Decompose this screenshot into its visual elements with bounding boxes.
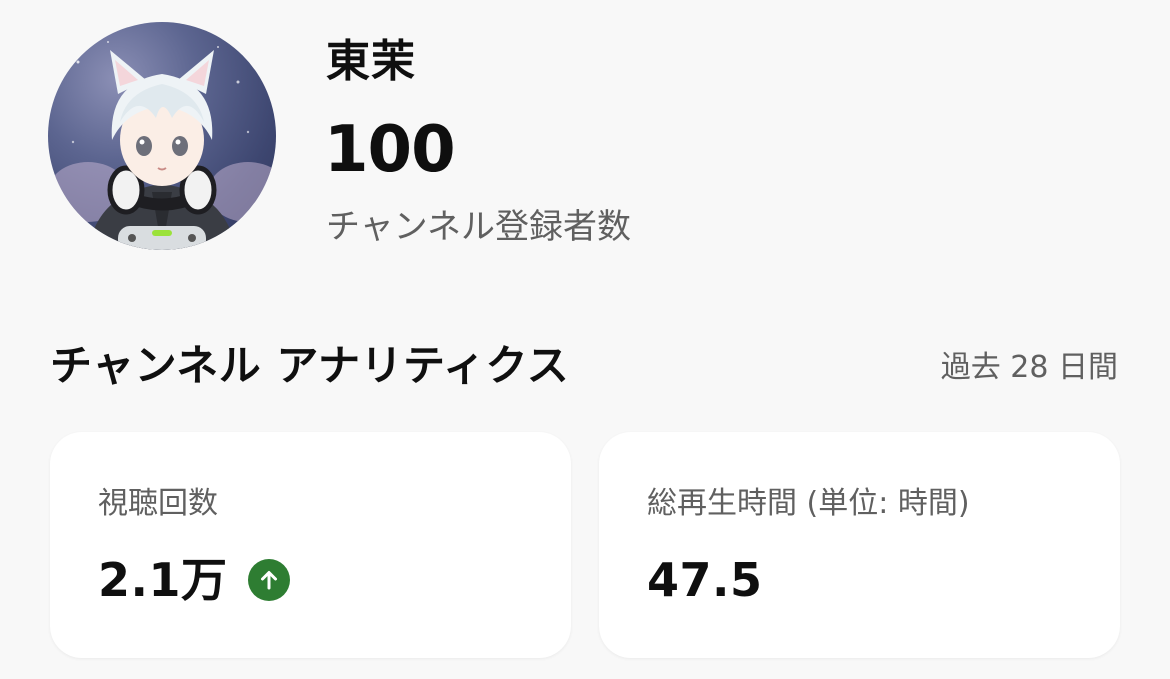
period-label[interactable]: 過去 28 日間 [941, 346, 1118, 390]
analytics-title: チャンネル アナリティクス [50, 341, 570, 390]
views-value-row: 2.1万 [98, 550, 290, 610]
watch-time-value: 47.5 [647, 553, 763, 607]
watch-time-value-row: 47.5 [647, 550, 763, 610]
views-value: 2.1万 [98, 553, 228, 607]
views-label: 視聴回数 [98, 486, 218, 521]
channel-header: 東茉 100 チャンネル登録者数 [0, 0, 1170, 290]
subscriber-label: チャンネル登録者数 [326, 207, 631, 247]
views-card[interactable]: 視聴回数 2.1万 [50, 432, 571, 658]
subscriber-count: 100 [324, 113, 456, 187]
watch-time-label: 総再生時間 (単位: 時間) [647, 486, 970, 521]
arrow-up-icon [247, 559, 290, 601]
channel-name: 東茉 [326, 36, 416, 87]
channel-avatar[interactable] [48, 22, 276, 250]
avatar-illustration [48, 41, 276, 250]
watch-time-card[interactable]: 総再生時間 (単位: 時間) 47.5 [599, 432, 1120, 658]
